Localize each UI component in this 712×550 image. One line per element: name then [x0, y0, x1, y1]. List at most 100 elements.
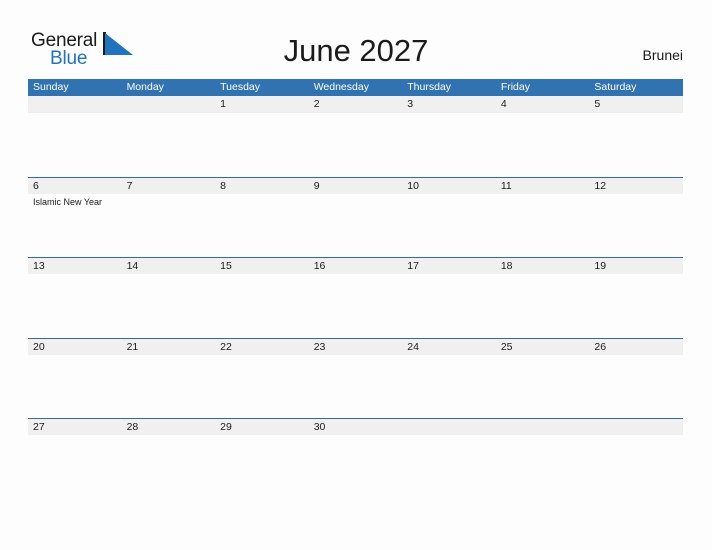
dow-header-sunday: Sunday	[33, 81, 69, 93]
event-cell[interactable]	[496, 435, 590, 498]
event-cell[interactable]	[402, 355, 496, 418]
date-number: 16	[313, 260, 326, 273]
event-cell[interactable]	[589, 435, 683, 498]
date-number: 7	[126, 179, 133, 192]
date-cell[interactable]: 5	[589, 96, 683, 112]
date-cell[interactable]: 28	[122, 419, 216, 435]
event-cell[interactable]	[589, 113, 683, 176]
event-cell[interactable]	[402, 194, 496, 257]
date-number: 22	[220, 340, 232, 353]
event-cell[interactable]	[402, 113, 496, 176]
date-cell[interactable]: 11	[496, 178, 590, 194]
date-cell[interactable]: 21	[122, 339, 216, 355]
event-cell[interactable]	[309, 274, 403, 337]
event-cell[interactable]	[122, 435, 216, 498]
date-cell[interactable]: 2	[309, 96, 403, 112]
calendar-week-row: 27 28 29 30	[28, 418, 683, 499]
date-cell[interactable]: 7	[122, 178, 216, 194]
event-cell[interactable]	[215, 355, 309, 418]
date-cell[interactable]: 23	[309, 339, 403, 355]
event-cell[interactable]	[122, 113, 216, 176]
date-cell[interactable]: 12	[589, 178, 683, 194]
date-cell[interactable]: 8	[215, 178, 309, 194]
date-cell[interactable]	[496, 419, 590, 435]
calendar-page: General Blue June 2027 Brunei Sunday Mon…	[0, 0, 712, 550]
event-cell[interactable]	[28, 274, 122, 337]
event-cell[interactable]	[496, 113, 590, 176]
event-cell[interactable]: Islamic New Year	[28, 194, 122, 257]
event-cell[interactable]	[589, 194, 683, 257]
dow-header-wednesday: Wednesday	[313, 81, 369, 93]
date-cell[interactable]: 1	[215, 96, 309, 112]
date-number: 2	[313, 98, 320, 110]
date-cell[interactable]: 16	[309, 258, 403, 274]
page-title: June 2027	[283, 33, 429, 68]
date-cell[interactable]: 27	[28, 419, 122, 435]
calendar-week-row: 13 14 15 16 17 18 19	[28, 257, 683, 338]
event-cell[interactable]	[402, 274, 496, 337]
event-cell[interactable]	[122, 194, 216, 257]
week-events-band	[28, 354, 683, 418]
calendar-week-row: 1 2 3 4 5	[28, 96, 683, 177]
date-number: 14	[126, 260, 139, 273]
date-number: 23	[313, 340, 326, 353]
date-number: 24	[407, 340, 419, 353]
date-number: 21	[126, 340, 139, 353]
event-cell[interactable]	[215, 194, 309, 257]
date-cell[interactable]: 26	[589, 339, 683, 355]
date-number: 26	[594, 340, 607, 353]
date-cell[interactable]: 29	[215, 419, 309, 435]
date-cell[interactable]: 24	[402, 339, 496, 355]
event-cell[interactable]	[122, 355, 216, 418]
date-cell[interactable]: 3	[402, 96, 496, 112]
event-cell[interactable]	[28, 113, 122, 176]
event-cell[interactable]	[309, 194, 403, 257]
date-cell[interactable]: 18	[496, 258, 590, 274]
event-cell[interactable]	[28, 355, 122, 418]
calendar-week-row: 6 7 8 9 10 11 12 Islamic New Year	[28, 176, 683, 258]
date-cell[interactable]: 15	[215, 258, 309, 274]
date-cell[interactable]: 14	[122, 258, 216, 274]
date-number: 15	[220, 260, 232, 273]
date-cell[interactable]: 30	[309, 419, 403, 435]
date-cell[interactable]: 9	[309, 178, 403, 194]
event-cell[interactable]	[122, 274, 216, 337]
date-cell[interactable]: 10	[402, 178, 496, 194]
date-cell[interactable]	[589, 419, 683, 435]
dow-header-saturday: Saturday	[594, 81, 637, 93]
week-date-band: 27 28 29 30	[28, 418, 683, 436]
event-cell[interactable]	[589, 355, 683, 418]
calendar-grid: Sunday Monday Tuesday Wednesday Thursday…	[28, 79, 683, 499]
date-number: 11	[500, 179, 512, 192]
event-cell[interactable]	[215, 113, 309, 176]
date-cell[interactable]: 17	[402, 258, 496, 274]
event-cell[interactable]	[215, 274, 309, 337]
event-cell[interactable]	[496, 355, 590, 418]
date-number: 5	[594, 98, 601, 110]
page-header: General Blue June 2027 Brunei	[0, 0, 712, 79]
event-cell[interactable]	[309, 435, 403, 498]
date-cell[interactable]: 22	[215, 339, 309, 355]
date-cell[interactable]	[28, 96, 122, 112]
date-cell[interactable]	[122, 96, 216, 112]
event-cell[interactable]	[215, 435, 309, 498]
event-cell[interactable]	[28, 435, 122, 498]
calendar-week-row: 20 21 22 23 24 25 26	[28, 337, 683, 419]
event-cell[interactable]	[589, 274, 683, 337]
date-cell[interactable]: 4	[496, 96, 590, 112]
date-cell[interactable]: 6	[28, 178, 122, 194]
event-cell[interactable]	[402, 435, 496, 498]
date-cell[interactable]	[402, 419, 496, 435]
event-cell[interactable]	[496, 194, 590, 257]
date-number: 19	[594, 260, 607, 273]
date-cell[interactable]: 13	[28, 258, 122, 274]
date-number: 30	[313, 421, 326, 434]
event-cell[interactable]	[496, 274, 590, 337]
event-cell[interactable]	[309, 355, 403, 418]
date-number: 3	[407, 98, 414, 110]
event-cell[interactable]	[309, 113, 403, 176]
date-cell[interactable]: 19	[589, 258, 683, 274]
date-cell[interactable]: 25	[496, 339, 590, 355]
date-number: 9	[313, 179, 320, 192]
date-cell[interactable]: 20	[28, 339, 122, 355]
